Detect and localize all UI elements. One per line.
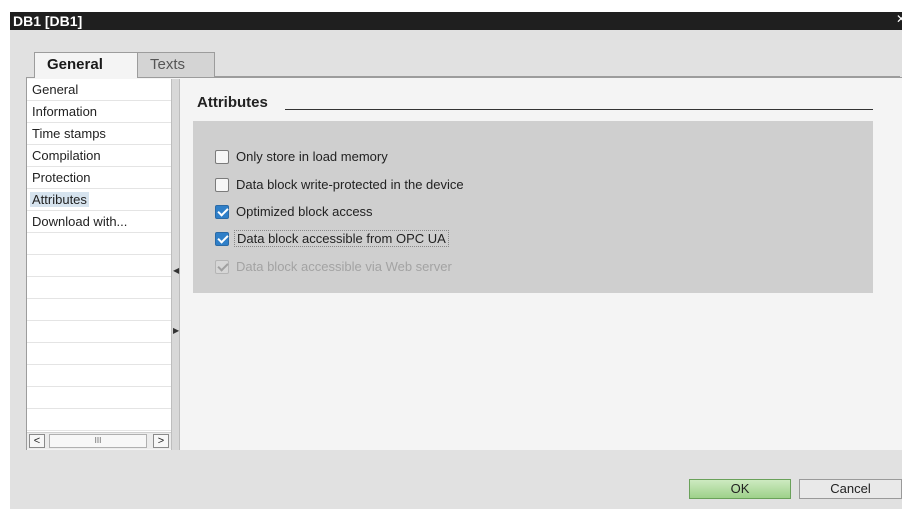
nav-empty-row bbox=[27, 277, 171, 299]
scroll-thumb[interactable]: III bbox=[49, 434, 147, 448]
scroll-right-button[interactable]: > bbox=[153, 434, 169, 448]
nav-item-label: General bbox=[32, 82, 79, 97]
nav-item-time-stamps[interactable]: Time stamps bbox=[27, 123, 171, 145]
checkbox-disabled bbox=[215, 260, 229, 274]
checkbox-label: Data block accessible from OPC UA bbox=[234, 230, 449, 247]
nav-item-information[interactable]: Information bbox=[27, 101, 171, 123]
section-divider bbox=[285, 109, 873, 110]
title-bar: DB1 [DB1] ✕ bbox=[10, 12, 902, 30]
checkbox-label: Data block write-protected in the device bbox=[236, 177, 464, 192]
checkbox-label: Data block accessible via Web server bbox=[236, 259, 452, 274]
window-title: DB1 [DB1] bbox=[13, 13, 83, 29]
panel-splitter[interactable]: ◀ ▶ bbox=[171, 79, 180, 450]
nav-item-label: Download with... bbox=[32, 214, 128, 229]
properties-dialog: General Texts General Information Time s… bbox=[10, 30, 902, 509]
nav-empty-row bbox=[27, 365, 171, 387]
nav-item-compilation[interactable]: Compilation bbox=[27, 145, 171, 167]
nav-empty-row bbox=[27, 343, 171, 365]
checkbox[interactable] bbox=[215, 150, 229, 164]
collapse-left-icon[interactable]: ◀ bbox=[173, 264, 179, 278]
nav-horizontal-scrollbar[interactable]: < III > bbox=[27, 432, 171, 449]
checkbox-label: Only store in load memory bbox=[236, 149, 388, 164]
nav-empty-row bbox=[27, 233, 171, 255]
checkbox-label: Optimized block access bbox=[236, 204, 373, 219]
nav-item-label: Compilation bbox=[32, 148, 101, 163]
nav-item-label: Attributes bbox=[30, 192, 89, 207]
section-title: Attributes bbox=[197, 94, 268, 111]
nav-empty-row bbox=[27, 255, 171, 277]
tab-texts[interactable]: Texts bbox=[138, 52, 215, 77]
nav-empty-row bbox=[27, 387, 171, 409]
close-icon[interactable]: ✕ bbox=[896, 12, 902, 30]
nav-item-protection[interactable]: Protection bbox=[27, 167, 171, 189]
cancel-button[interactable]: Cancel bbox=[799, 479, 902, 499]
tab-general[interactable]: General bbox=[34, 52, 138, 78]
scroll-left-button[interactable]: < bbox=[29, 434, 45, 448]
nav-item-label: Information bbox=[32, 104, 98, 119]
nav-item-label: Time stamps bbox=[32, 126, 106, 141]
checkbox[interactable] bbox=[215, 178, 229, 192]
nav-item-download-with[interactable]: Download with... bbox=[27, 211, 171, 233]
nav-item-general[interactable]: General bbox=[27, 79, 171, 101]
navigation-list: General Information Time stamps Compilat… bbox=[27, 79, 171, 435]
checkbox-checked[interactable] bbox=[215, 205, 229, 219]
nav-item-label: Protection bbox=[32, 170, 91, 185]
nav-empty-row bbox=[27, 299, 171, 321]
checkbox-checked[interactable] bbox=[215, 232, 229, 246]
nav-item-attributes[interactable]: Attributes bbox=[27, 189, 171, 211]
ok-button[interactable]: OK bbox=[689, 479, 791, 499]
nav-empty-row bbox=[27, 321, 171, 343]
nav-empty-row bbox=[27, 409, 171, 431]
expand-right-icon[interactable]: ▶ bbox=[173, 324, 179, 338]
